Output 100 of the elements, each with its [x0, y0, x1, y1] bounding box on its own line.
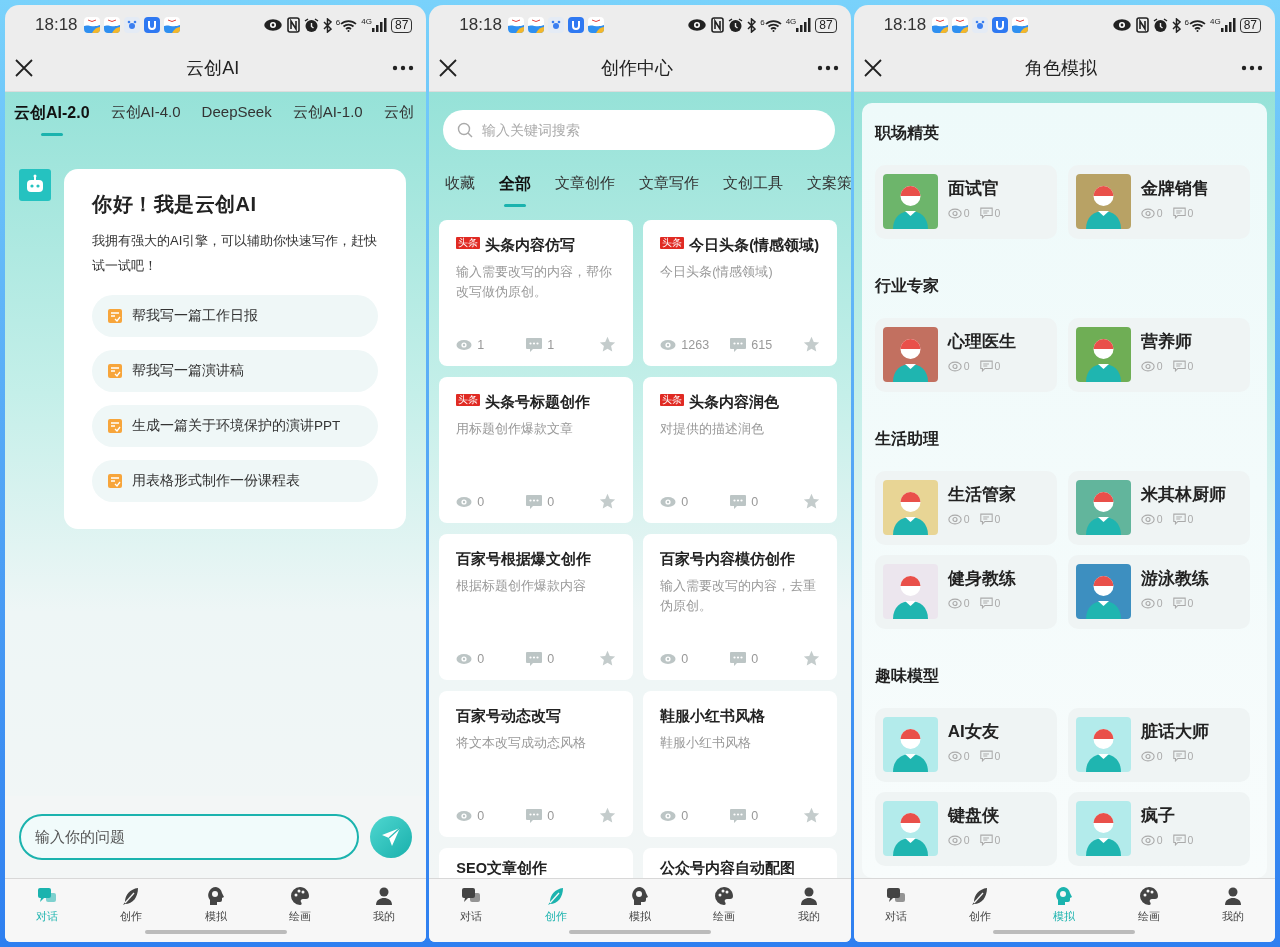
tool-card[interactable]: 公众号内容自动配图	[643, 848, 838, 878]
tab[interactable]: 收藏	[445, 174, 476, 205]
eye-icon	[947, 360, 962, 372]
section-title: 生活助理	[874, 429, 940, 449]
nav-tab[interactable]: 模拟	[173, 879, 258, 930]
comment-count: 0	[994, 834, 1001, 846]
more-icon[interactable]	[1240, 65, 1263, 71]
role-card[interactable]: 米其林厨师 0 0	[1067, 471, 1250, 545]
tool-card[interactable]: 头条 头条号标题创作 用标题创作爆款文章 0 0	[439, 377, 634, 523]
app-icon	[992, 17, 1009, 33]
app-icon	[1012, 17, 1029, 33]
role-card[interactable]: AI女友 0 0	[874, 708, 1057, 782]
tab[interactable]: 全部	[499, 174, 532, 207]
comment-icon	[1172, 513, 1186, 525]
more-icon[interactable]	[392, 65, 415, 71]
eye-icon	[456, 495, 473, 508]
role-card[interactable]: 疯子 0 0	[1067, 792, 1250, 866]
close-icon[interactable]	[863, 59, 882, 77]
nav-tab[interactable]: 创作	[937, 879, 1023, 930]
tool-card[interactable]: 头条 头条内容润色 对提供的描述润色 0 0	[643, 377, 838, 523]
person-icon	[1222, 885, 1243, 906]
search-field[interactable]: 输入关键词搜索	[443, 110, 835, 150]
star-icon[interactable]	[599, 493, 617, 510]
eye-icon	[687, 18, 708, 32]
close-icon[interactable]	[439, 59, 458, 77]
app-icon	[143, 17, 160, 33]
tool-card[interactable]: 百家号内容模仿创作 输入需要改写的内容，去重伪原创。 0 0	[643, 534, 838, 680]
suggestion-button[interactable]: 用表格形式制作一份课程表	[92, 460, 378, 502]
eye-icon	[456, 338, 473, 351]
send-button[interactable]	[370, 816, 412, 858]
tool-card[interactable]: 百家号动态改写 将文本改写成动态风格 0 0	[439, 691, 634, 837]
eye-icon	[1140, 513, 1155, 525]
tab[interactable]: 云创AI-1.0	[292, 103, 363, 134]
star-icon[interactable]	[599, 807, 617, 824]
star-icon[interactable]	[803, 493, 821, 510]
tab[interactable]: 云创	[383, 103, 414, 134]
view-count: 0	[963, 360, 970, 372]
comment-count: 0	[751, 494, 759, 509]
nav-tab[interactable]: 绘画	[257, 879, 343, 930]
star-icon[interactable]	[599, 336, 617, 353]
role-card[interactable]: 营养师 0 0	[1067, 318, 1250, 392]
comment-count: 615	[751, 337, 773, 352]
comment-count: 0	[1187, 513, 1194, 525]
close-icon[interactable]	[15, 59, 33, 77]
tab[interactable]: 文章写作	[639, 174, 700, 205]
tool-card[interactable]: SEO文章创作	[439, 848, 634, 878]
comment-count: 0	[1187, 360, 1194, 372]
suggestion-button[interactable]: 生成一篇关于环境保护的演讲PPT	[92, 405, 378, 447]
star-icon[interactable]	[803, 650, 821, 667]
view-count: 0	[477, 808, 485, 823]
suggestion-button[interactable]: 帮我写一篇演讲稿	[92, 350, 378, 392]
role-card[interactable]: 脏话大师 0 0	[1067, 708, 1250, 782]
app-icon	[547, 17, 564, 33]
tool-card[interactable]: 百家号根据爆文创作 根据标题创作爆款内容 0 0	[439, 534, 634, 680]
star-icon[interactable]	[803, 807, 821, 824]
view-count: 0	[963, 597, 970, 609]
tool-card[interactable]: 头条 今日头条(情感领域) 今日头条(情感领域) 1263 615	[643, 220, 838, 366]
app-icon	[952, 17, 969, 33]
role-card[interactable]: 金牌销售 0 0	[1067, 165, 1250, 239]
nav-tab[interactable]: 绘画	[1106, 879, 1191, 930]
role-card[interactable]: 心理医生 0 0	[874, 318, 1057, 392]
nav-tab[interactable]: 模拟	[597, 879, 683, 930]
nav-tab[interactable]: 我的	[342, 879, 427, 930]
view-count: 0	[681, 494, 689, 509]
nav-tab[interactable]: 创作	[89, 879, 174, 930]
comment-count: 0	[1187, 207, 1194, 219]
nav-tab[interactable]: 绘画	[682, 879, 767, 930]
role-card[interactable]: 健身教练 0 0	[874, 555, 1057, 629]
view-count: 0	[681, 651, 689, 666]
role-card[interactable]: 键盘侠 0 0	[874, 792, 1057, 866]
person-icon	[798, 885, 819, 906]
tab[interactable]: 云创AI-2.0	[14, 103, 90, 136]
nav-tab[interactable]: 我的	[1190, 879, 1275, 930]
more-icon[interactable]	[816, 65, 839, 71]
nav-tab[interactable]: 对话	[853, 879, 938, 930]
question-field[interactable]: 输入你的问题	[19, 814, 359, 860]
comment-count: 0	[994, 207, 1001, 219]
palette-icon	[289, 885, 310, 906]
comment-icon	[526, 337, 543, 352]
tool-card[interactable]: 鞋服小红书风格 鞋服小红书风格 0 0	[643, 691, 838, 837]
section-title: 行业专家	[874, 276, 940, 296]
star-icon[interactable]	[803, 336, 821, 353]
role-card[interactable]: 面试官 0 0	[874, 165, 1057, 239]
eye-icon	[262, 18, 283, 32]
tab[interactable]: 云创AI-4.0	[110, 103, 181, 134]
tab[interactable]: 文章创作	[555, 174, 616, 205]
comment-icon	[979, 207, 993, 219]
tool-card[interactable]: 头条 头条内容仿写 输入需要改写的内容，帮你改写做伪原创。 1 1	[439, 220, 634, 366]
role-card[interactable]: 游泳教练 0 0	[1067, 555, 1250, 629]
star-icon[interactable]	[599, 650, 617, 667]
source-badge: 头条	[456, 237, 481, 249]
nav-tab[interactable]: 我的	[766, 879, 851, 930]
nav-tab[interactable]: 对话	[429, 879, 514, 930]
tab[interactable]: 文创工具	[723, 174, 784, 205]
card-title: 百家号根据爆文创作	[456, 550, 592, 569]
suggestion-button[interactable]: 帮我写一篇工作日报	[92, 295, 378, 337]
tab[interactable]: DeepSeek	[201, 103, 272, 132]
role-card[interactable]: 生活管家 0 0	[874, 471, 1057, 545]
robot-icon	[19, 169, 51, 201]
battery-indicator: 87	[390, 17, 413, 33]
